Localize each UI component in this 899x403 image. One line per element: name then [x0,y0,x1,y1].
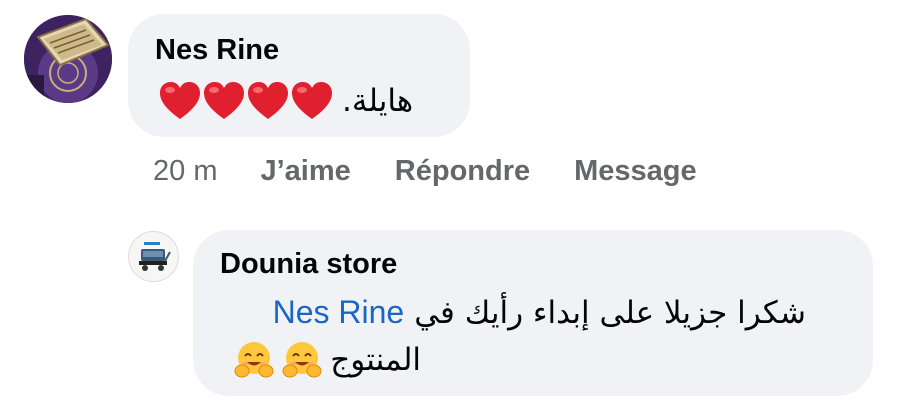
reply-arabic-text-1: شكرا جزيلا على إبداء رأيك في [414,294,806,331]
comment-text: هايلة. [158,80,413,122]
comment-timestamp[interactable]: 20 m [153,155,217,188]
reply-button[interactable]: Répondre [395,155,530,188]
heart-emoji-icon [292,82,332,119]
reply-bubble: Dounia store Nes Rine شكرا جزيلا على إبد… [193,230,873,396]
comment-arabic-text: هايلة. [342,83,414,119]
hugging-face-emoji-icon [234,342,274,378]
mention-link[interactable]: Nes Rine [273,294,405,331]
heart-emoji-icon [204,82,244,119]
comment-thread: Nes Rine هايلة. 20 m J’aime Répondre Mes… [0,0,899,403]
heart-emoji-icon [160,82,200,119]
reply-author[interactable]: Dounia store [220,248,397,281]
store-cart-icon [129,232,178,281]
comment-bubble: Nes Rine هايلة. [128,14,470,137]
heart-emoji-icon [248,82,288,119]
comment-author[interactable]: Nes Rine [155,34,279,67]
reply-text-line-2: المنتوج [234,340,421,380]
avatar[interactable] [24,15,112,103]
message-button[interactable]: Message [574,155,697,188]
heart-emojis [158,80,334,122]
reply-arabic-text-2: المنتوج [330,342,421,378]
quran-book-icon [24,15,112,103]
comment-actions: 20 m J’aime Répondre Message [153,155,741,188]
like-button[interactable]: J’aime [260,155,350,188]
reply-text-line-1: Nes Rine شكرا جزيلا على إبداء رأيك في [273,294,806,331]
hugging-face-emoji-icon [282,342,322,378]
reply-avatar[interactable] [128,231,179,282]
